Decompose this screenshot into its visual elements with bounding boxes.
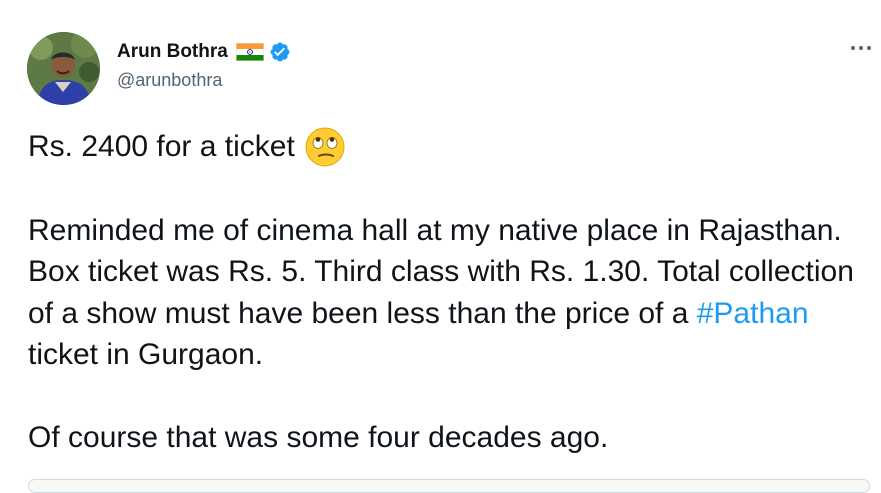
tweet-line-1: Rs. 2400 for a ticket — [28, 126, 868, 168]
tweet-line-1-text: Rs. 2400 for a ticket — [28, 130, 295, 164]
avatar[interactable] — [27, 32, 100, 105]
display-name[interactable]: Arun Bothra — [117, 41, 228, 63]
verified-badge-icon[interactable] — [269, 41, 291, 63]
tweet-text: Rs. 2400 for a ticket Reminded me of cin… — [28, 126, 868, 459]
tweet-header: Arun Bothra @arunbothra — [117, 40, 291, 91]
tweet: Arun Bothra @arunbothra Rs. 2400 for a t… — [0, 0, 881, 493]
more-options-icon[interactable] — [846, 38, 876, 58]
tweet-paragraph-3: Of course that was some four decades ago… — [28, 421, 609, 454]
user-handle[interactable]: @arunbothra — [117, 70, 291, 91]
tweet-paragraph-2: Reminded me of cinema hall at my native … — [28, 210, 868, 376]
media-preview-edge[interactable] — [28, 479, 870, 493]
hashtag-link[interactable]: #Pathan — [697, 297, 809, 330]
tweet-paragraph-2-end: ticket in Gurgaon. — [28, 338, 264, 371]
name-row: Arun Bothra — [117, 40, 291, 64]
india-flag-icon — [235, 43, 264, 61]
face-with-rolling-eyes-icon — [304, 126, 346, 168]
